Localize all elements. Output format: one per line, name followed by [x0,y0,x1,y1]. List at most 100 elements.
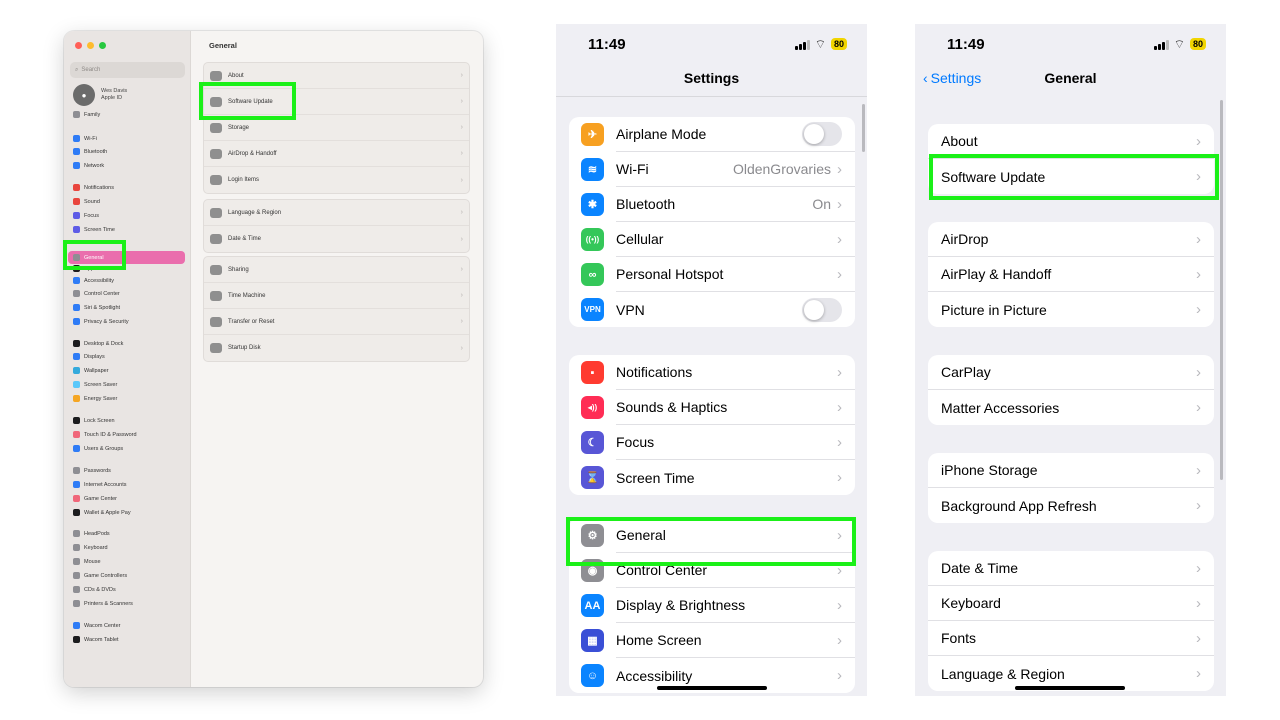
settings-row-personal-hotspot[interactable]: ∞ Personal Hotspot › [569,257,855,292]
settings-row-notifications[interactable]: ▪ Notifications › [569,355,855,390]
settings-row-focus[interactable]: ☾ Focus › [569,425,855,460]
sidebar-item-internet-accounts[interactable]: Internet Accounts [73,479,127,490]
scrollbar[interactable] [862,104,865,152]
settings-row-display-and-brightness[interactable]: AA Display & Brightness › [569,588,855,623]
sidebar-item-lock-screen[interactable]: Lock Screen [73,415,115,426]
sidebar-item-label: Screen Saver [84,381,118,388]
sidebar-item-game-center[interactable]: Game Center [73,493,117,504]
sidebar-item-appearance[interactable]: Appearance [73,263,114,274]
sidebar-item-wacom-tablet[interactable]: Wacom Tablet [73,634,119,645]
zoom-window-button[interactable] [99,42,106,49]
settings-row-home-screen[interactable]: ▦ Home Screen › [569,623,855,658]
settings-row-startup-disk[interactable]: Startup Disk › [204,335,469,361]
settings-row-airdrop-and-handoff[interactable]: AirDrop & Handoff › [204,141,469,167]
settings-row-about[interactable]: About › [204,63,469,89]
settings-row-airplay-and-handoff[interactable]: AirPlay & Handoff › [928,257,1214,292]
settings-row-about[interactable]: About › [928,124,1214,159]
sidebar-item-wi-fi[interactable]: Wi-Fi [73,133,97,144]
sidebar-item-screen-saver[interactable]: Screen Saver [73,379,117,390]
settings-row-airplane-mode[interactable]: ✈ Airplane Mode [569,117,855,152]
settings-row-general[interactable]: ⚙ General › [569,518,855,553]
list-icon [210,175,222,185]
settings-row-screen-time[interactable]: ⌛ Screen Time › [569,460,855,495]
sidebar-item-control-center[interactable]: Control Center [73,288,120,299]
airplane-mode-toggle[interactable] [802,122,842,146]
settings-row-storage[interactable]: Storage › [204,115,469,141]
displays-icon [73,353,80,360]
header-divider [556,96,867,97]
sidebar-item-wallet-and-apple-pay[interactable]: Wallet & Apple Pay [73,507,131,518]
settings-row-sounds-and-haptics[interactable]: ◂)) Sounds & Haptics › [569,390,855,425]
settings-row-control-center[interactable]: ◉ Control Center › [569,553,855,588]
headpods-icon [73,530,80,537]
sidebar-item-desktop-and-dock[interactable]: Desktop & Dock [73,338,123,349]
settings-row-wi-fi[interactable]: ≋ Wi-Fi OldenGrovaries › [569,152,855,187]
keyboard-icon [73,544,80,551]
settings-row-language-and-region[interactable]: Language & Region › [204,200,469,226]
scrollbar[interactable] [1220,100,1223,480]
sidebar-item-label: Desktop & Dock [84,340,124,347]
settings-row-iphone-storage[interactable]: iPhone Storage › [928,453,1214,488]
sidebar-item-bluetooth[interactable]: Bluetooth [73,146,107,157]
chevron-right-icon: › [1196,265,1201,283]
settings-row-login-items[interactable]: Login Items › [204,167,469,193]
wacom-center-icon [73,622,80,629]
sidebar-item-network[interactable]: Network [73,160,104,171]
settings-row-time-machine[interactable]: Time Machine › [204,283,469,309]
sidebar-item-energy-saver[interactable]: Energy Saver [73,393,117,404]
settings-row-fonts[interactable]: Fonts › [928,621,1214,656]
sidebar-item-headpods[interactable]: HeadPods [73,528,110,539]
sidebar-item-cds-and-dvds[interactable]: CDs & DVDs [73,584,116,595]
settings-row-background-app-refresh[interactable]: Background App Refresh › [928,488,1214,523]
settings-row-software-update[interactable]: Software Update › [204,89,469,115]
settings-row-software-update[interactable]: Software Update › [928,159,1214,194]
settings-row-picture-in-picture[interactable]: Picture in Picture › [928,292,1214,327]
home-indicator[interactable] [1015,686,1125,690]
sidebar-item-displays[interactable]: Displays [73,351,105,362]
sidebar-item-users-and-groups[interactable]: Users & Groups [73,443,123,454]
chevron-right-icon: › [837,561,842,579]
close-window-button[interactable] [75,42,82,49]
sidebar-item-wallpaper[interactable]: Wallpaper [73,365,109,376]
settings-row-sharing[interactable]: Sharing › [204,257,469,283]
network-icon [73,162,80,169]
sidebar-item-notifications[interactable]: Notifications [73,182,114,193]
settings-row-airdrop[interactable]: AirDrop › [928,222,1214,257]
chevron-right-icon: › [460,209,463,216]
chevron-right-icon: › [460,266,463,273]
settings-row-keyboard[interactable]: Keyboard › [928,586,1214,621]
vpn-toggle[interactable] [802,297,842,322]
apple-id-profile[interactable]: ● Wes Davis Apple ID [73,84,127,106]
sidebar-item-family[interactable]: Family [73,109,100,120]
focus-icon [73,212,80,219]
settings-group: About › Software Update › Storage › AirDrop & … [203,62,470,194]
settings-row-bluetooth[interactable]: ✱ Bluetooth On › [569,187,855,222]
sidebar-item-privacy-and-security[interactable]: Privacy & Security [73,316,129,327]
settings-row-label: Storage [228,124,250,131]
sidebar-search-input[interactable]: ⌕ Search [70,62,185,78]
sidebar-item-screen-time[interactable]: Screen Time [73,224,115,235]
settings-row-transfer-or-reset[interactable]: Transfer or Reset › [204,309,469,335]
settings-row-matter-accessories[interactable]: Matter Accessories › [928,390,1214,425]
sidebar-item-focus[interactable]: Focus [73,210,99,221]
settings-row-cellular[interactable]: ((•)) Cellular › [569,222,855,257]
sidebar-item-keyboard[interactable]: Keyboard [73,542,108,553]
sidebar-item-touch-id-and-password[interactable]: Touch ID & Password [73,429,137,440]
settings-group: AirDrop › AirPlay & Handoff › Picture in Pic… [928,222,1214,327]
sidebar-item-sound[interactable]: Sound [73,196,100,207]
chevron-right-icon: › [460,318,463,325]
sidebar-item-passwords[interactable]: Passwords [73,465,111,476]
settings-row-date-and-time[interactable]: Date & Time › [928,551,1214,586]
settings-row-date-and-time[interactable]: Date & Time › [204,226,469,252]
home-indicator[interactable] [657,686,767,690]
sidebar-item-wacom-center[interactable]: Wacom Center [73,620,120,631]
sidebar-item-game-controllers[interactable]: Game Controllers [73,570,127,581]
minimize-window-button[interactable] [87,42,94,49]
settings-row-vpn[interactable]: VPN VPN [569,292,855,327]
chevron-right-icon: › [460,235,463,243]
sidebar-item-mouse[interactable]: Mouse [73,556,101,567]
sidebar-item-printers-and-scanners[interactable]: Printers & Scanners [73,598,133,609]
sidebar-item-siri-and-spotlight[interactable]: Siri & Spotlight [73,302,120,313]
settings-row-carplay[interactable]: CarPlay › [928,355,1214,390]
sidebar-item-accessibility[interactable]: Accessibility [73,275,114,286]
